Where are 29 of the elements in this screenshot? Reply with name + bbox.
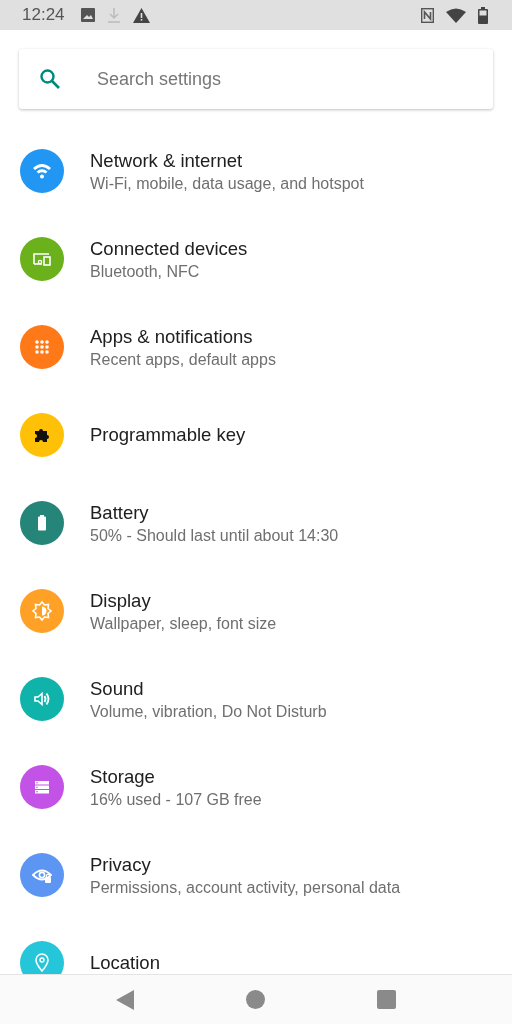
back-icon[interactable] <box>116 989 134 1010</box>
item-title[interactable]: Battery <box>90 501 339 524</box>
image-icon <box>80 8 95 22</box>
item-title[interactable]: Apps & notifications <box>90 325 276 348</box>
warning-icon <box>132 7 150 23</box>
item-summary: Wallpaper, sleep, font size <box>90 614 277 633</box>
nfc-icon <box>421 7 434 23</box>
search-field[interactable]: Search settings <box>95 67 493 91</box>
item-title[interactable]: Display <box>90 589 277 612</box>
item-title[interactable]: Privacy <box>90 853 401 876</box>
item-summary: Wi-Fi, mobile, data usage, and hotspot <box>90 174 364 193</box>
wifi-signal-icon <box>446 7 466 23</box>
download-icon <box>106 7 121 23</box>
search-icon <box>39 68 61 90</box>
item-title[interactable]: Sound <box>90 677 327 700</box>
item-title[interactable]: Storage <box>90 765 262 788</box>
item-title[interactable]: Location <box>90 952 160 974</box>
item-title[interactable]: Programmable key <box>90 424 246 446</box>
item-title[interactable]: Network & internet <box>90 149 364 172</box>
item-summary: Recent apps, default apps <box>90 350 276 369</box>
home-icon[interactable] <box>246 990 265 1009</box>
item-summary: Bluetooth, NFC <box>90 262 201 281</box>
battery-status-icon <box>478 6 488 24</box>
item-summary: 16% used - 107 GB free <box>90 790 262 809</box>
status-time: 12:24 <box>22 5 65 25</box>
item-title[interactable]: Connected devices <box>90 237 248 260</box>
item-summary: 50% - Should last until about 14:30 <box>90 526 339 545</box>
item-summary: Volume, vibration, Do Not Disturb <box>90 702 327 721</box>
item-summary: Permissions, account activity, personal data <box>90 878 401 897</box>
